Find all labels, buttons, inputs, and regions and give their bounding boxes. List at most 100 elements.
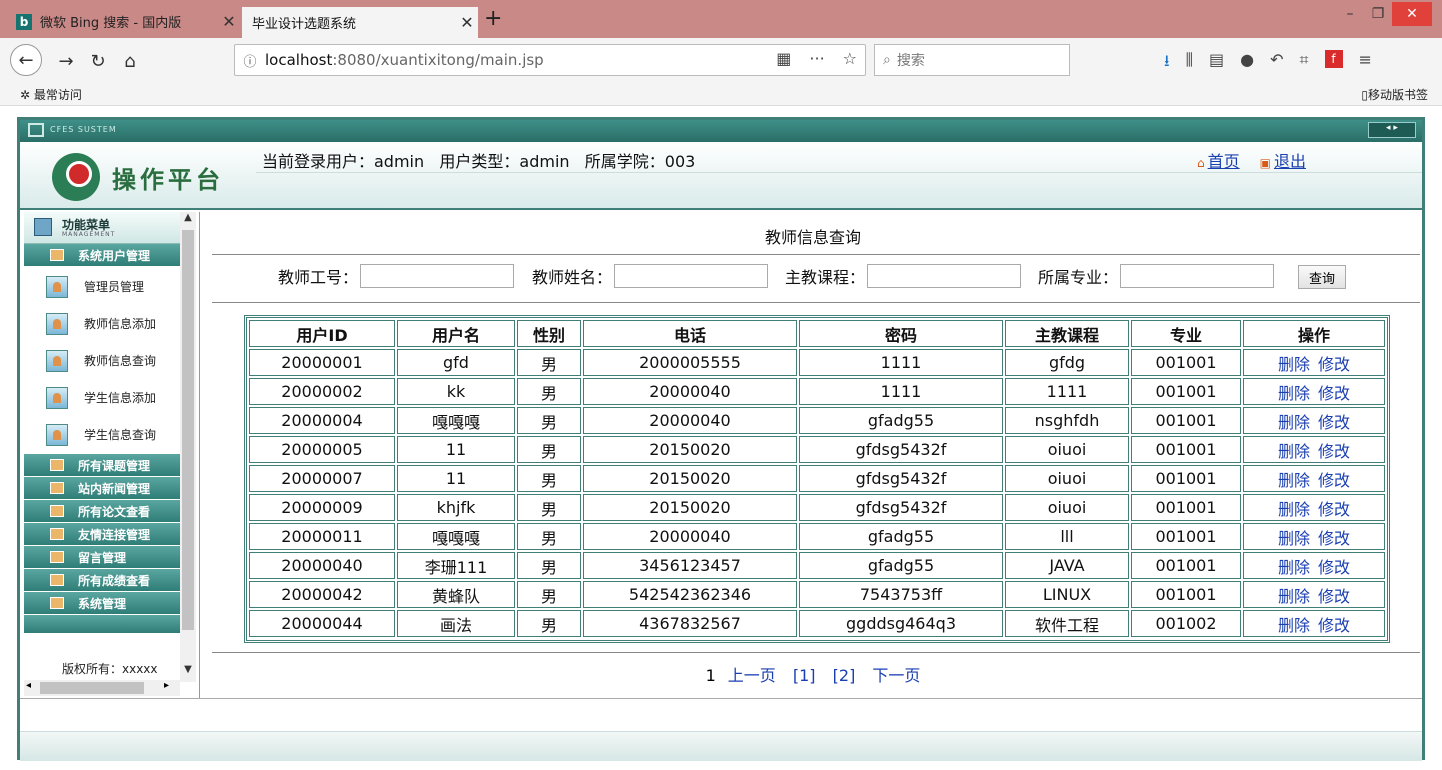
sidebar-group-system-users[interactable]: 系统用户管理: [24, 244, 180, 266]
course-input[interactable]: [867, 264, 1022, 288]
search-input[interactable]: ⌕ 搜索: [874, 44, 1070, 76]
forward-icon[interactable]: →: [52, 47, 80, 75]
prev-page-link[interactable]: 上一页: [728, 666, 776, 685]
sidebar-group-end: [24, 615, 180, 633]
back-icon[interactable]: ←: [10, 44, 42, 76]
edit-link[interactable]: 修改: [1318, 413, 1350, 432]
delete-link[interactable]: 删除: [1278, 471, 1310, 490]
undo-icon[interactable]: ↶: [1270, 50, 1283, 77]
minimize-icon[interactable]: –: [1336, 0, 1364, 28]
delete-link[interactable]: 删除: [1278, 587, 1310, 606]
sidebar-hscrollbar[interactable]: ◂ ▸: [24, 680, 180, 696]
sidebar-item-teacher-query[interactable]: 教师信息查询: [24, 342, 180, 379]
edit-link[interactable]: 修改: [1318, 355, 1350, 374]
menu-icon[interactable]: ≡: [1359, 50, 1372, 77]
window-close-icon[interactable]: ✕: [1392, 2, 1432, 26]
download-icon[interactable]: ⭳: [1164, 50, 1170, 77]
prev-next-arrows-icon[interactable]: ◂ ▸: [1368, 122, 1416, 138]
column-header: 用户ID: [249, 320, 395, 347]
sidebar-item-student-query[interactable]: 学生信息查询: [24, 416, 180, 453]
edit-link[interactable]: 修改: [1318, 529, 1350, 548]
sidebar-group-system[interactable]: 系统管理: [24, 592, 180, 614]
search-button[interactable]: 查询: [1298, 265, 1346, 289]
teacher-id-input[interactable]: [360, 264, 515, 288]
edit-link[interactable]: 修改: [1318, 442, 1350, 461]
restore-icon[interactable]: ❐: [1364, 0, 1392, 28]
major-input[interactable]: [1120, 264, 1275, 288]
tab-label: 毕业设计选题系统: [252, 17, 357, 32]
tab-bing[interactable]: b 微软 Bing 搜索 - 国内版 ✕: [8, 5, 240, 38]
more-icon[interactable]: ···: [809, 49, 824, 68]
delete-link[interactable]: 删除: [1278, 442, 1310, 461]
tab-active[interactable]: 毕业设计选题系统 ✕: [242, 5, 478, 38]
next-page-link[interactable]: 下一页: [872, 666, 920, 685]
delete-link[interactable]: 删除: [1278, 529, 1310, 548]
chat-icon[interactable]: ●: [1240, 50, 1254, 77]
info-icon[interactable]: ⓘ: [235, 51, 265, 70]
page-link-1[interactable]: [1]: [793, 666, 816, 685]
user-icon: [46, 312, 68, 335]
edit-link[interactable]: 修改: [1318, 616, 1350, 635]
browser-toolbar: ← → ↻ ⌂ ⓘ localhost :8080/xuantixitong/m…: [0, 38, 1442, 82]
logo-text: 操作平台: [112, 165, 224, 194]
close-icon[interactable]: ✕: [218, 12, 240, 31]
url-bar[interactable]: ⓘ localhost :8080/xuantixitong/main.jsp …: [234, 44, 866, 76]
sidebar-group-links[interactable]: 友情连接管理: [24, 523, 180, 545]
table-row: 20000044 画法男 4367832567 ggddsg464q3 软件工程 0010…: [249, 610, 1385, 637]
logo: 操作平台: [24, 146, 256, 208]
logout-link[interactable]: 退出: [1274, 152, 1306, 171]
sidebar-item-teacher-add[interactable]: 教师信息添加: [24, 305, 180, 342]
crop-icon[interactable]: ⌗: [1299, 50, 1308, 77]
folder-icon: [50, 249, 64, 261]
main-content: 教师信息查询 教师工号： 教师姓名： 主教课程： 所属专业： 查询 用户ID 用…: [206, 212, 1420, 698]
home-link[interactable]: 首页: [1208, 152, 1240, 171]
sidebar-group-grades[interactable]: 所有成绩查看: [24, 569, 180, 591]
delete-link[interactable]: 删除: [1278, 384, 1310, 403]
scroll-left-icon[interactable]: ◂: [26, 680, 31, 691]
edit-link[interactable]: 修改: [1318, 558, 1350, 577]
table-cell: 男: [517, 610, 581, 637]
close-icon[interactable]: ✕: [456, 13, 478, 32]
bookmark-star-icon[interactable]: ☆: [843, 49, 857, 68]
most-visited-bookmark[interactable]: ✲ 最常访问: [20, 86, 82, 103]
bookmark-label: 移动版书签: [1367, 88, 1428, 102]
scroll-up-icon[interactable]: ▲: [180, 212, 196, 228]
scroll-thumb[interactable]: [182, 230, 194, 630]
delete-link[interactable]: 删除: [1278, 500, 1310, 519]
sidebar-group-papers[interactable]: 所有论文查看: [24, 500, 180, 522]
edit-link[interactable]: 修改: [1318, 384, 1350, 403]
table-cell: 男: [517, 581, 581, 608]
library-icon[interactable]: ⫼: [1186, 50, 1193, 77]
scroll-right-icon[interactable]: ▸: [164, 680, 169, 691]
sidebar-scrollbar[interactable]: ▲ ▼: [180, 212, 196, 682]
table-cell: 20150020: [583, 494, 797, 521]
reload-icon[interactable]: ↻: [84, 47, 112, 75]
edit-link[interactable]: 修改: [1318, 471, 1350, 490]
teacher-name-input[interactable]: [614, 264, 769, 288]
home-icon[interactable]: ⌂: [116, 47, 144, 75]
sidebar-icon[interactable]: ▤: [1209, 50, 1224, 77]
sidebar-item-admin[interactable]: 管理员管理: [24, 268, 180, 305]
sidebar-group-topics[interactable]: 所有课题管理: [24, 454, 180, 476]
sidebar-group-messages[interactable]: 留言管理: [24, 546, 180, 568]
edit-link[interactable]: 修改: [1318, 587, 1350, 606]
browser-tab-strip: b 微软 Bing 搜索 - 国内版 ✕ 毕业设计选题系统 ✕ + – ❐ ✕: [0, 0, 1442, 38]
mobile-bookmarks[interactable]: ▯移动版书签: [1361, 86, 1428, 103]
flash-icon[interactable]: f: [1324, 50, 1343, 68]
delete-link[interactable]: 删除: [1278, 413, 1310, 432]
scroll-down-icon[interactable]: ▼: [180, 664, 196, 680]
sidebar-item-student-add[interactable]: 学生信息添加: [24, 379, 180, 416]
new-tab-button[interactable]: +: [484, 6, 502, 31]
action-cell: 删除 修改: [1243, 465, 1385, 492]
delete-link[interactable]: 删除: [1278, 558, 1310, 577]
qr-code-icon[interactable]: ▦: [776, 49, 791, 68]
action-cell: 删除 修改: [1243, 494, 1385, 521]
sidebar-group-news[interactable]: 站内新闻管理: [24, 477, 180, 499]
scroll-thumb[interactable]: [40, 682, 144, 694]
table-cell: 001001: [1131, 407, 1241, 434]
edit-link[interactable]: 修改: [1318, 500, 1350, 519]
table-cell: 20150020: [583, 465, 797, 492]
delete-link[interactable]: 删除: [1278, 355, 1310, 374]
page-link-2[interactable]: [2]: [833, 666, 856, 685]
delete-link[interactable]: 删除: [1278, 616, 1310, 635]
